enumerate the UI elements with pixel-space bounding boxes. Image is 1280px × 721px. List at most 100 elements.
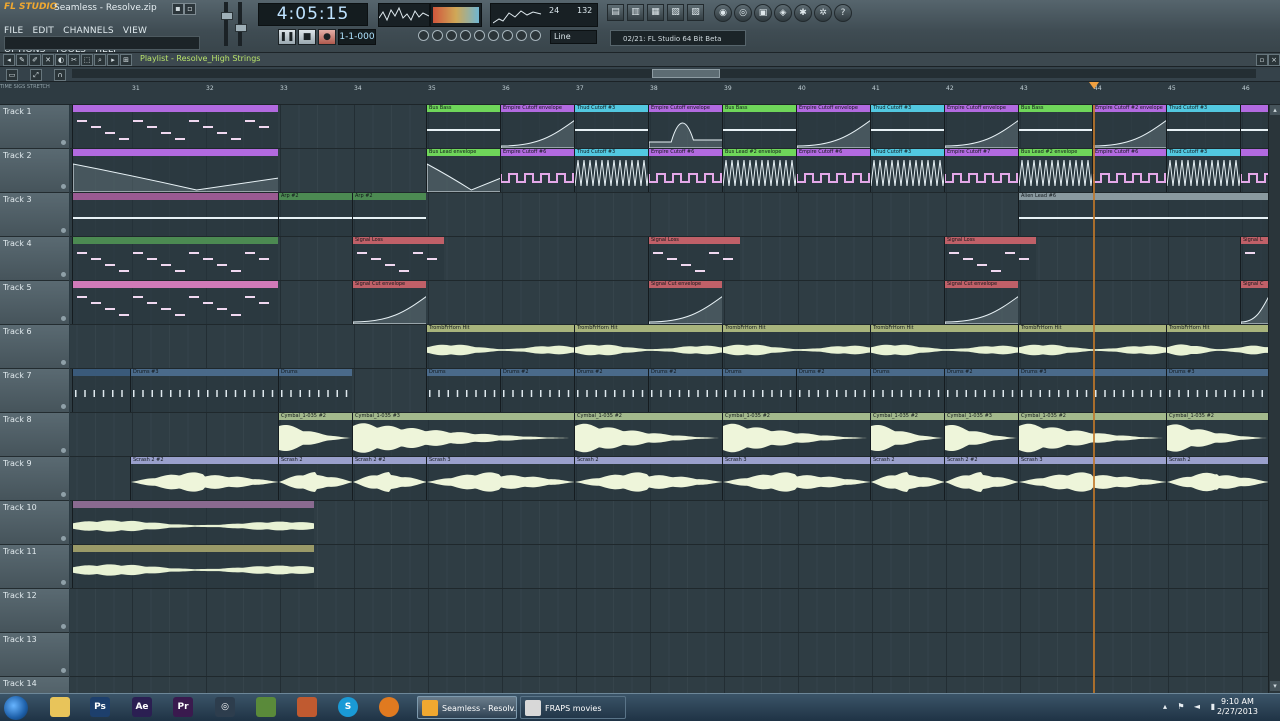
playlist-clip[interactable]: Thud Cutoff #3 [870, 105, 944, 148]
playlist-clip[interactable]: Signal Cut envelope [352, 281, 426, 324]
playlist-grid[interactable]: Bus Bass Empire Cutoff envelope Thud Cutof… [70, 105, 1268, 693]
playlist-clip[interactable]: Scrash 2 #2 [352, 457, 426, 500]
playlist-clip[interactable]: Cymbal_1-035 #2 [1166, 413, 1268, 456]
playlist-menu-icon[interactable]: ◂ [3, 54, 15, 66]
song-time-display[interactable]: 4:05:15 [258, 3, 368, 26]
playlist-clip[interactable]: Thud Cutoff #3 [574, 105, 648, 148]
track-header[interactable]: Track 8 [0, 413, 69, 457]
vertical-scrollbar[interactable]: ▴ ▾ [1268, 105, 1280, 693]
playlist-clip[interactable]: Arp #2 [352, 193, 426, 236]
playlist-clip[interactable]: Signal Loss [352, 237, 444, 280]
playlist-clip[interactable] [72, 193, 278, 236]
playlist-clip[interactable]: Scrash 3 [1018, 457, 1166, 500]
menu-file[interactable]: FILE [4, 26, 23, 36]
blend-knob[interactable] [488, 30, 499, 41]
playlist-clip[interactable]: TrombFrHorn Hit [722, 325, 870, 368]
playlist-clip[interactable]: Drums #2 [500, 369, 574, 412]
menu-view[interactable]: VIEW [123, 26, 147, 36]
playlist-clip[interactable]: Alien Lead #6 [1018, 193, 1268, 236]
menu-channels[interactable]: CHANNELS [63, 26, 114, 36]
browser-button[interactable]: ▧ [667, 4, 684, 21]
help-button[interactable]: ? [834, 4, 852, 22]
playlist-clip[interactable]: Signal Cut envelope [648, 281, 722, 324]
scroll-down-icon[interactable]: ▾ [1270, 681, 1280, 691]
playlist-clip[interactable]: Cymbal_1-035 #3 [944, 413, 1018, 456]
premiere-icon[interactable]: Pr [173, 697, 193, 717]
playlist-clip[interactable]: Empire Cutoff #6 [796, 149, 870, 192]
track-header[interactable]: Track 1 [0, 105, 69, 149]
countdown-knob[interactable] [474, 30, 485, 41]
maximize-button[interactable]: ▫ [184, 3, 196, 15]
playlist-clip[interactable]: Cymbal_1-035 #2 [870, 413, 944, 456]
track-header[interactable]: Track 14 [0, 677, 69, 693]
firefox-icon[interactable] [379, 697, 399, 717]
delete-tool-icon[interactable]: ✕ [42, 54, 54, 66]
playlist-clip[interactable]: Cymbal_1-035 #2 [722, 413, 870, 456]
track-header[interactable]: Track 13 [0, 633, 69, 677]
track-mute-dot[interactable] [61, 404, 66, 409]
playlist-clip[interactable]: Cymbal_1-035 #2 [278, 413, 352, 456]
playhead-line[interactable] [1093, 105, 1095, 693]
loop-record-knob[interactable] [516, 30, 527, 41]
pause-button[interactable]: ❚❚ [278, 29, 296, 45]
paint-tool-icon[interactable]: ✐ [29, 54, 41, 66]
playlist-clip[interactable]: Thud Cutoff #3 [1166, 105, 1240, 148]
track-mute-dot[interactable] [61, 580, 66, 585]
steam-icon[interactable]: ◎ [215, 697, 235, 717]
pattern-display[interactable]: 1-1-000 [338, 29, 376, 45]
stop-button[interactable]: ■ [298, 29, 316, 45]
render-button[interactable]: ◈ [774, 4, 792, 22]
playlist-button[interactable]: ▤ [607, 4, 624, 21]
playlist-clip[interactable]: Empire Cutoff envelope [796, 105, 870, 148]
settings-button[interactable]: ✲ [814, 4, 832, 22]
scroll-up-icon[interactable]: ▴ [1270, 105, 1280, 115]
playlist-clip[interactable]: TrombFrHorn Hit [1018, 325, 1166, 368]
playlist-clip[interactable]: Drums [722, 369, 796, 412]
track-mute-dot[interactable] [61, 448, 66, 453]
metronome-knob[interactable] [446, 30, 457, 41]
slice-tool-icon[interactable]: ✂ [68, 54, 80, 66]
track-header[interactable]: Track 4 [0, 237, 69, 281]
plugin-picker-button[interactable]: ◉ [714, 4, 732, 22]
playlist-clip[interactable]: TrombFrHorn Hit [1166, 325, 1268, 368]
save-button[interactable]: ▣ [754, 4, 772, 22]
playlist-clip[interactable]: Drums #3 [1018, 369, 1166, 412]
playlist-clip[interactable]: Empire Cutoff envelope [944, 105, 1018, 148]
playlist-clip[interactable]: Scrash 3 [722, 457, 870, 500]
timeline-ruler[interactable]: TIME SIGS STRETCH 31 32 33 34 35 36 37 38 39 40 41… [0, 82, 1280, 105]
track-header[interactable]: Track 11 [0, 545, 69, 589]
project-browser-button[interactable]: ◎ [734, 4, 752, 22]
playlist-clip[interactable]: Scrash 2 [278, 457, 352, 500]
track-mute-dot[interactable] [61, 316, 66, 321]
menu-edit[interactable]: EDIT [32, 26, 54, 36]
playlist-clip[interactable]: Empire Cutoff #6 [1092, 149, 1166, 192]
swing-knob[interactable] [432, 30, 443, 41]
playlist-maximize-icon[interactable]: ▫ [1256, 54, 1268, 66]
typing-keyboard-knob[interactable] [530, 30, 541, 41]
track-header[interactable]: Track 2 [0, 149, 69, 193]
playlist-clip[interactable]: Scrash 2 [870, 457, 944, 500]
playlist-clip[interactable]: Drums #2 [944, 369, 1018, 412]
playlist-clip[interactable]: Thud Cutoff #3 [870, 149, 944, 192]
playlist-clip[interactable]: Drums [278, 369, 352, 412]
track-mute-dot[interactable] [61, 272, 66, 277]
track-header[interactable]: Track 7 [0, 369, 69, 413]
playlist-clip[interactable] [72, 501, 314, 544]
track-mute-dot[interactable] [61, 140, 66, 145]
playlist-clip[interactable]: Thud Cutoff #3 [1166, 149, 1240, 192]
track-header[interactable]: Track 3 [0, 193, 69, 237]
track-mute-dot[interactable] [61, 624, 66, 629]
track-mute-dot[interactable] [61, 492, 66, 497]
playlist-clip[interactable]: Scrash 2 [574, 457, 722, 500]
explorer-icon[interactable] [50, 697, 70, 717]
track-header[interactable]: Track 5 [0, 281, 69, 325]
tray-flag-icon[interactable]: ⚑ [1176, 702, 1186, 712]
playlist-clip[interactable]: Signal Cut envelope [944, 281, 1018, 324]
snap-tool-icon[interactable]: ⊞ [120, 54, 132, 66]
piano-roll-button[interactable]: ▥ [627, 4, 644, 21]
magnet-icon[interactable]: ∩ [54, 69, 66, 81]
track-header[interactable]: Track 12 [0, 589, 69, 633]
playlist-clip[interactable] [72, 149, 278, 192]
playlist-clip[interactable]: Drums #3 [130, 369, 278, 412]
step-edit-knob[interactable] [502, 30, 513, 41]
